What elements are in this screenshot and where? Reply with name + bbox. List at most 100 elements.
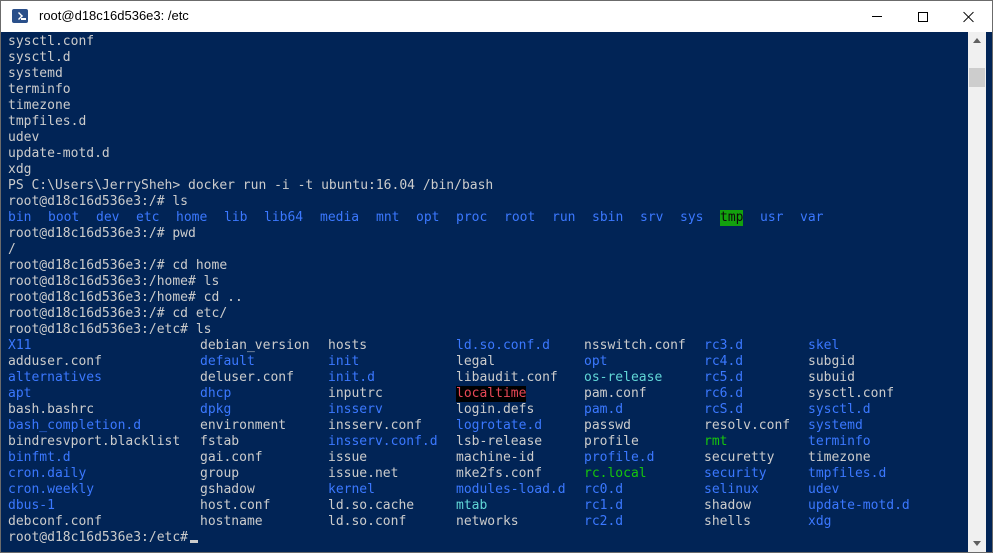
listing-entry: shells — [704, 514, 751, 529]
listing-entry: sysctl.d — [808, 402, 871, 417]
listing-entry: cron.daily — [8, 466, 87, 481]
listing-entry: issue — [328, 450, 368, 465]
listing-entry: subuid — [808, 370, 855, 385]
console-text: systemd — [8, 66, 63, 81]
console-line: PS C:\Users\JerrySheh> docker run -i -t … — [8, 178, 966, 194]
listing-entry: binfmt.d — [8, 450, 71, 465]
console-line: root@d18c16d536e3:/# ls — [8, 194, 966, 210]
listing-entry: sys — [680, 210, 704, 225]
console-line: bin boot dev etc home lib lib64 media mnt opt proc… — [8, 210, 966, 226]
listing-entry: X11 — [8, 338, 32, 353]
listing-entry: hostname — [200, 514, 263, 529]
listing-entry: ld.so.cache — [328, 498, 415, 513]
listing-entry: host.conf — [200, 498, 271, 513]
prompt-line[interactable]: root@d18c16d536e3:/etc# — [8, 530, 966, 546]
listing-entry: debconf.conf — [8, 514, 102, 529]
listing-entry: ld.so.conf.d — [456, 338, 550, 353]
listing-entry: udev — [808, 482, 840, 497]
listing-entry: xdg — [808, 514, 832, 529]
listing-entry: run — [552, 210, 576, 225]
listing-entry: pam.conf — [584, 386, 647, 401]
console-line: root@d18c16d536e3:/etc# ls — [8, 322, 966, 338]
listing-entry: dev — [96, 210, 120, 225]
listing-entry: kernel — [328, 482, 375, 497]
listing-entry: rc5.d — [704, 370, 744, 385]
maximize-button[interactable] — [900, 1, 946, 32]
console-line: apt dhcp inputrc localtime pam.conf rc6.d sysc… — [8, 386, 966, 402]
console-line: xdg — [8, 162, 966, 178]
console-line: binfmt.d gai.conf issue machine-id profile.d… — [8, 450, 966, 466]
listing-entry: rc2.d — [584, 514, 624, 529]
listing-entry: dpkg — [200, 402, 232, 417]
listing-entry: adduser.conf — [8, 354, 102, 369]
listing-entry: profile.d — [584, 450, 655, 465]
console-line: root@d18c16d536e3:/home# cd .. — [8, 290, 966, 306]
console-line: root@d18c16d536e3:/# pwd — [8, 226, 966, 242]
listing-entry: lsb-release — [456, 434, 543, 449]
console-output[interactable]: sysctl.conf sysctl.d systemd terminfo timezo… — [8, 34, 966, 550]
listing-entry: rc6.d — [704, 386, 744, 401]
console-line: bindresvport.blacklist fstab insserv.conf.… — [8, 434, 966, 450]
listing-entry: inputrc — [328, 386, 383, 401]
scroll-up-arrow-icon[interactable] — [968, 32, 986, 49]
text-cursor — [190, 540, 199, 543]
listing-entry: cron.weekly — [8, 482, 95, 497]
listing-entry: rc1.d — [584, 498, 624, 513]
window-title: root@d18c16d536e3: /etc — [39, 8, 189, 23]
vertical-scrollbar[interactable] — [968, 32, 986, 552]
listing-entry: gai.conf — [200, 450, 263, 465]
maximize-icon — [918, 11, 928, 22]
listing-entry: alternatives — [8, 370, 102, 385]
console-line: adduser.conf default init legal opt rc4.d subg… — [8, 354, 966, 370]
listing-entry: bash.bashrc — [8, 402, 95, 417]
console-line: alternatives deluser.conf init.d libaudit.c… — [8, 370, 966, 386]
listing-entry: rc4.d — [704, 354, 744, 369]
listing-entry: login.defs — [456, 402, 535, 417]
listing-entry: profile — [584, 434, 639, 449]
console-text: sysctl.conf — [8, 34, 95, 49]
listing-entry: systemd — [808, 418, 863, 433]
console-text: root@d18c16d536e3:/etc# ls — [8, 322, 212, 337]
console-text: update-motd.d — [8, 146, 110, 161]
listing-entry: hosts — [328, 338, 368, 353]
console-line: root@d18c16d536e3:/home# ls — [8, 274, 966, 290]
console-text: root@d18c16d536e3:/# pwd — [8, 226, 196, 241]
minimize-button[interactable] — [854, 1, 900, 32]
console-text: root@d18c16d536e3:/home# cd .. — [8, 290, 243, 305]
listing-entry: boot — [48, 210, 80, 225]
scroll-down-arrow-icon[interactable] — [968, 535, 986, 552]
minimize-icon — [872, 16, 882, 17]
listing-entry: machine-id — [456, 450, 535, 465]
powershell-icon[interactable] — [12, 9, 28, 23]
listing-entry: localtime — [456, 386, 527, 402]
listing-entry: sysctl.conf — [808, 386, 895, 401]
listing-entry: opt — [584, 354, 608, 369]
console-line: udev — [8, 130, 966, 146]
listing-entry: dhcp — [200, 386, 232, 401]
listing-entry: securetty — [704, 450, 775, 465]
listing-entry: rc.local — [584, 466, 647, 481]
shell-prompt: root@d18c16d536e3:/etc# — [8, 530, 189, 545]
listing-entry: nsswitch.conf — [584, 338, 686, 353]
console-text: root@d18c16d536e3:/home# ls — [8, 274, 220, 289]
console-line: timezone — [8, 98, 966, 114]
title-bar[interactable]: root@d18c16d536e3: /etc — [1, 1, 992, 32]
console-text: terminfo — [8, 82, 71, 97]
listing-entry: bin — [8, 210, 32, 225]
listing-entry: bash_completion.d — [8, 418, 142, 433]
console-line: root@d18c16d536e3:/# cd etc/ — [8, 306, 966, 322]
scroll-thumb[interactable] — [969, 68, 985, 87]
listing-entry: dbus-1 — [8, 498, 55, 513]
listing-entry: timezone — [808, 450, 871, 465]
listing-entry: media — [320, 210, 360, 225]
listing-entry: etc — [136, 210, 160, 225]
close-button[interactable] — [946, 1, 992, 32]
listing-entry: mke2fs.conf — [456, 466, 543, 481]
console-text: root@d18c16d536e3:/# cd etc/ — [8, 306, 228, 321]
terminal-window: root@d18c16d536e3: /etc sysctl.conf sysct… — [0, 0, 993, 553]
listing-entry: fstab — [200, 434, 240, 449]
console-text: tmpfiles.d — [8, 114, 87, 129]
listing-entry: shadow — [704, 498, 751, 513]
listing-entry: rc0.d — [584, 482, 624, 497]
console-line: systemd — [8, 66, 966, 82]
